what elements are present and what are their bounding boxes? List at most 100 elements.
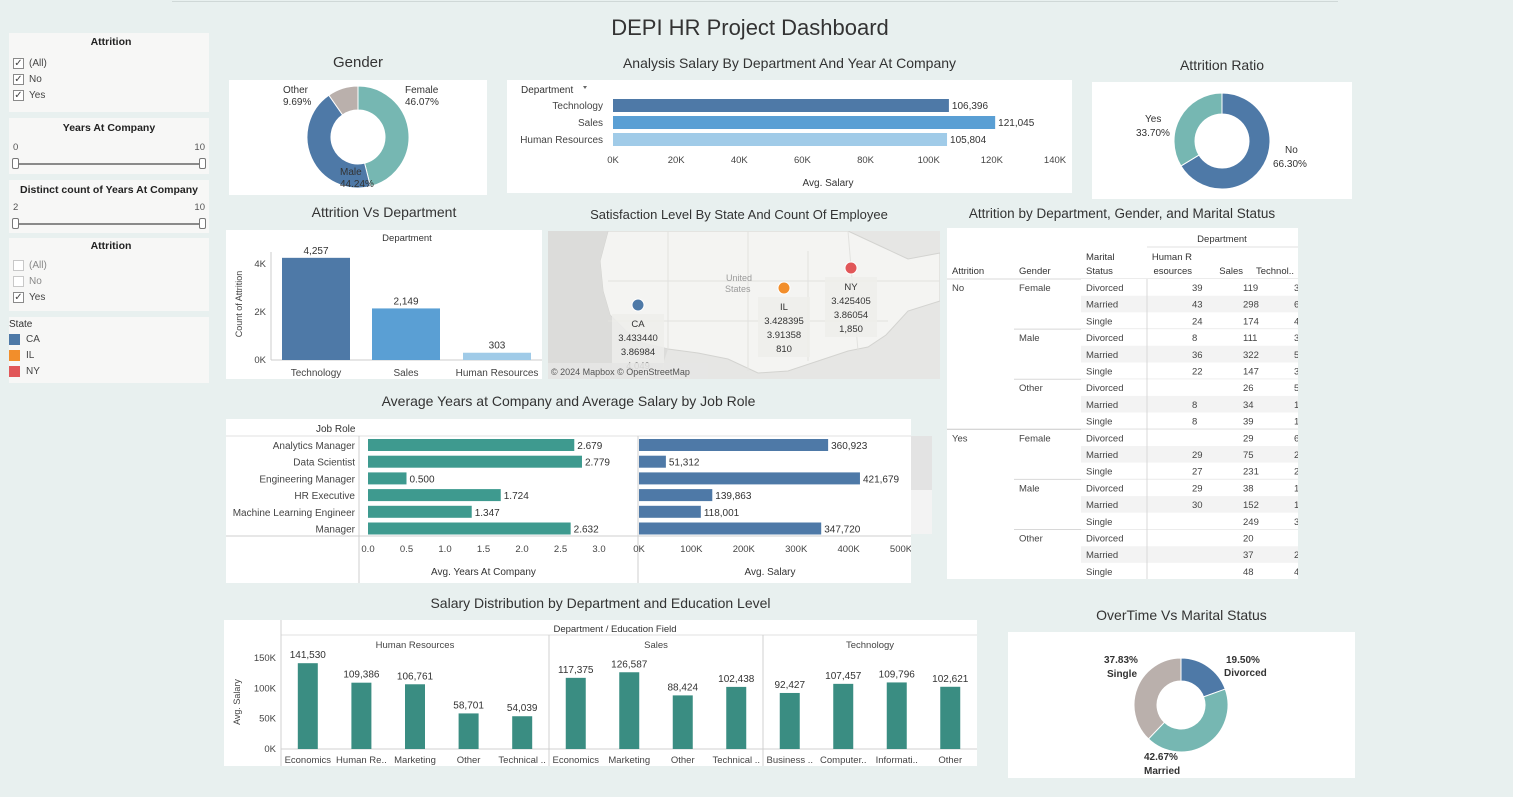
job-role-bar[interactable] bbox=[368, 455, 582, 468]
salary-edu-bar[interactable] bbox=[297, 663, 318, 749]
salary-edu-bar[interactable] bbox=[726, 686, 747, 749]
distinct-slider-max-handle[interactable] bbox=[199, 218, 206, 229]
attr-dept-bar[interactable] bbox=[463, 352, 531, 360]
table-cell-value: 29 bbox=[1243, 433, 1254, 444]
table-cell-value: 249 bbox=[1243, 517, 1259, 528]
filter-funnel-icon[interactable] bbox=[583, 86, 587, 89]
salary-edu-bar[interactable] bbox=[351, 682, 372, 749]
table-cell-value: 43 bbox=[1192, 300, 1203, 311]
salary-edu-bar[interactable] bbox=[940, 686, 961, 749]
map-label-line2: States bbox=[725, 284, 751, 294]
salary-edu-bar[interactable] bbox=[565, 677, 586, 749]
job-role-bar[interactable] bbox=[368, 489, 501, 502]
attrition-ratio-slice-yes[interactable] bbox=[1173, 92, 1223, 167]
salary-edu-bar-chart: Department / Education Field 0K 50K 100K 150… bbox=[232, 620, 977, 766]
salary-edu-bar[interactable] bbox=[779, 692, 800, 749]
job-role-bar-label: 0.500 bbox=[410, 474, 435, 485]
table-cell-value: 285 bbox=[1294, 467, 1298, 478]
checkbox-unchecked-icon[interactable] bbox=[13, 259, 24, 271]
salary-edu-bar[interactable] bbox=[619, 672, 640, 749]
job-role-bar[interactable] bbox=[639, 522, 822, 535]
years-slider-track[interactable] bbox=[15, 163, 203, 165]
salary-edu-category: Marketing bbox=[394, 755, 436, 766]
gender-label-male: Male bbox=[340, 167, 362, 178]
salary-edu-title: Salary Distribution by Department and Ed… bbox=[430, 595, 771, 611]
map-point-il[interactable] bbox=[777, 281, 791, 295]
attrition2-option-0[interactable]: (All) bbox=[13, 257, 209, 273]
job-role-xtick: 0K bbox=[633, 544, 645, 555]
years-slider-min-handle[interactable] bbox=[12, 158, 19, 169]
state-legend-item-ny[interactable]: NY bbox=[9, 363, 209, 379]
map-point-ny[interactable] bbox=[844, 261, 858, 275]
checkbox-unchecked-icon[interactable] bbox=[13, 275, 24, 287]
salary-edu-bar-label: 126,587 bbox=[611, 659, 648, 670]
job-role-scrollbar[interactable] bbox=[911, 436, 932, 490]
overtime-label-married: Married bbox=[1144, 766, 1180, 777]
attrition-option-0[interactable]: ✓ (All) bbox=[13, 55, 209, 71]
map-point-state: CA bbox=[631, 319, 645, 330]
table-cell-value: 39 bbox=[1192, 283, 1203, 294]
table-cell-value: 119 bbox=[1243, 283, 1258, 294]
salary-edu-bar-label: 106,761 bbox=[397, 671, 434, 682]
checkbox-checked-icon[interactable]: ✓ bbox=[13, 57, 24, 69]
distinct-slider-track[interactable] bbox=[15, 223, 203, 225]
checkbox-checked-icon[interactable]: ✓ bbox=[13, 73, 24, 85]
top-divider bbox=[172, 1, 1338, 2]
salary-dept-bar-label: 105,804 bbox=[950, 135, 987, 146]
state-legend-item-ca[interactable]: CA bbox=[9, 331, 209, 347]
salary-edu-bar[interactable] bbox=[458, 713, 479, 749]
filter-distinct-min: 2 bbox=[13, 202, 19, 213]
attrition-option-label: Yes bbox=[29, 89, 46, 101]
attr-dept-category: Human Resources bbox=[456, 368, 539, 379]
attr-dept-bar[interactable] bbox=[372, 308, 440, 360]
salary-edu-bar[interactable] bbox=[512, 716, 533, 749]
attrition2-option-2[interactable]: ✓ Yes bbox=[13, 289, 209, 305]
job-role-bar[interactable] bbox=[368, 439, 575, 451]
checkbox-checked-icon[interactable]: ✓ bbox=[13, 291, 24, 303]
attr-dept-bar[interactable] bbox=[282, 257, 350, 360]
job-role-bar[interactable] bbox=[639, 455, 666, 468]
salary-edu-bar[interactable] bbox=[886, 682, 907, 749]
job-role-category: HR Executive bbox=[294, 491, 355, 502]
satisfaction-map-panel: UnitedStatesCA3.4334403.869844,049IL3.42… bbox=[548, 230, 941, 379]
salary-dept-bar[interactable] bbox=[613, 116, 996, 129]
salary-edu-bar[interactable] bbox=[833, 683, 854, 749]
table-cell-value: 48 bbox=[1294, 567, 1298, 578]
map-point-state: IL bbox=[780, 302, 788, 313]
job-role-xtick: 400K bbox=[838, 544, 861, 555]
salary-edu-category: Marketing bbox=[608, 755, 650, 766]
state-legend-item-il[interactable]: IL bbox=[9, 347, 209, 363]
map-point-ca[interactable] bbox=[631, 298, 645, 312]
job-role-bar[interactable] bbox=[639, 439, 829, 451]
overtime-label-divorced: Divorced bbox=[1224, 668, 1267, 679]
job-role-xtick: 3.0 bbox=[592, 544, 605, 555]
salary-edu-bar-label: 109,386 bbox=[343, 670, 380, 681]
salary-edu-category: Informati.. bbox=[876, 755, 918, 766]
years-slider-max-handle[interactable] bbox=[199, 158, 206, 169]
table-row bbox=[1081, 412, 1298, 430]
salary-edu-bar-label: 107,457 bbox=[825, 671, 862, 682]
salary-edu-bar[interactable] bbox=[405, 684, 425, 749]
table-cell-marital: Single bbox=[1086, 316, 1112, 327]
distinct-slider-min-handle[interactable] bbox=[12, 218, 19, 229]
job-role-xtick: 0.0 bbox=[361, 544, 374, 555]
satisfaction-map[interactable]: UnitedStatesCA3.4334403.869844,049IL3.42… bbox=[548, 230, 941, 379]
job-role-bar[interactable] bbox=[639, 489, 713, 502]
table-cell-value: 328 bbox=[1294, 517, 1298, 528]
salary-dept-bar[interactable] bbox=[613, 133, 948, 146]
attrition-option-1[interactable]: ✓ No bbox=[13, 71, 209, 87]
job-role-bar[interactable] bbox=[368, 472, 407, 485]
job-role-bar[interactable] bbox=[639, 505, 701, 518]
overtime-slice-single[interactable] bbox=[1133, 657, 1182, 740]
checkbox-checked-icon[interactable]: ✓ bbox=[13, 89, 24, 101]
legend-label: CA bbox=[26, 333, 40, 345]
attrition2-option-1[interactable]: No bbox=[13, 273, 209, 289]
salary-dept-bar[interactable] bbox=[613, 99, 949, 112]
job-role-bar[interactable] bbox=[368, 522, 571, 535]
job-role-bar[interactable] bbox=[368, 505, 472, 518]
map-point-value-1: 3.425405 bbox=[831, 296, 871, 307]
attrition-option-2[interactable]: ✓ Yes bbox=[13, 87, 209, 103]
salary-edu-bar[interactable] bbox=[672, 695, 693, 749]
table-cell-marital: Married bbox=[1086, 550, 1118, 561]
job-role-bar[interactable] bbox=[639, 472, 860, 485]
